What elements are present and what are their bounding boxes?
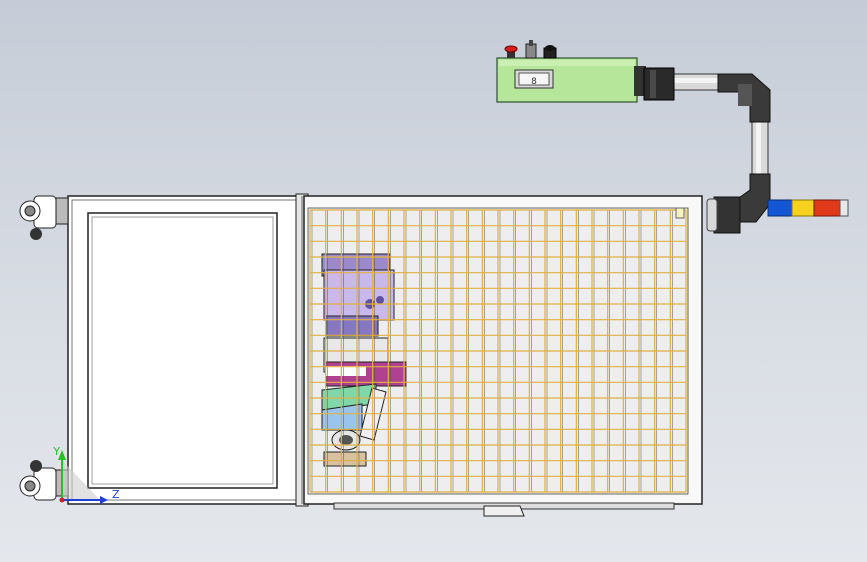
caster-bottom-left	[19, 460, 69, 501]
left-door-panel[interactable]	[67, 195, 301, 505]
cad-scene[interactable]: 8 Y Z	[0, 0, 867, 562]
triad-z-label: Z	[112, 488, 120, 501]
caster-top-left	[19, 195, 69, 240]
corner-indicator	[675, 207, 685, 219]
black-push-button[interactable]	[543, 45, 557, 59]
emergency-stop-button[interactable]	[504, 45, 518, 58]
control-box[interactable]: 8	[496, 57, 675, 103]
signal-tower	[767, 199, 849, 217]
control-display-readout: 8	[531, 77, 537, 87]
key-switch[interactable]	[525, 40, 537, 59]
triad-y-label: Y	[52, 445, 60, 458]
cad-viewport[interactable]: 8 Y Z	[0, 0, 867, 562]
